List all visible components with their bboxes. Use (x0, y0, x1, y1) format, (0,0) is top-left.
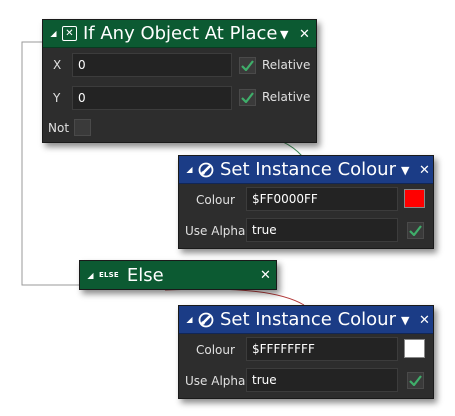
if-object-at-place-node[interactable]: ◢ ✕ If Any Object At Place ▼ ✕ X 0 Relat… (42, 19, 317, 143)
y-field[interactable]: 0 (72, 86, 232, 110)
use-alpha-checkbox[interactable] (407, 222, 424, 239)
x-label: X (53, 58, 62, 72)
use-alpha-field[interactable]: true (246, 368, 398, 392)
y-relative-label: Relative (262, 90, 311, 104)
object-at-place-icon: ✕ (62, 26, 77, 41)
x-field[interactable]: 0 (72, 53, 232, 77)
paint-brush-icon (198, 162, 214, 178)
checkmark-icon (241, 92, 254, 103)
dropdown-arrow-icon[interactable]: ▼ (401, 156, 409, 184)
node-title: If Any Object At Place (83, 23, 278, 44)
dropdown-arrow-icon[interactable]: ▼ (280, 20, 288, 48)
y-label: Y (53, 91, 61, 105)
collapse-triangle-icon[interactable]: ◢ (185, 165, 194, 174)
node-header[interactable]: ◢ ✕ If Any Object At Place ▼ ✕ (43, 20, 316, 48)
node-header[interactable]: ◢ Set Instance Colour ▼ ✕ (179, 156, 433, 184)
checkmark-icon (409, 225, 422, 236)
collapse-triangle-icon[interactable]: ◢ (185, 315, 194, 324)
close-icon[interactable]: ✕ (419, 306, 430, 334)
use-alpha-label: Use Alpha (185, 374, 246, 388)
node-header[interactable]: ◢ Set Instance Colour ▼ ✕ (179, 306, 433, 334)
colour-swatch[interactable] (404, 339, 425, 358)
dropdown-arrow-icon[interactable]: ▼ (401, 306, 409, 334)
use-alpha-field[interactable]: true (246, 218, 398, 242)
else-node[interactable]: ◢ ELSE Else ✕ (79, 260, 277, 290)
not-checkbox[interactable] (74, 119, 91, 136)
x-relative-label: Relative (262, 58, 311, 72)
close-icon[interactable]: ✕ (299, 20, 310, 48)
node-title: Else (126, 264, 164, 286)
colour-label: Colour (196, 193, 235, 207)
y-relative-checkbox[interactable] (239, 89, 256, 106)
node-title: Set Instance Colour (220, 309, 396, 330)
false-branch-connector (164, 288, 305, 306)
node-title: Set Instance Colour (220, 159, 396, 180)
checkmark-icon (409, 375, 422, 386)
else-icon: ELSE (99, 271, 119, 279)
colour-field[interactable]: $FFFFFFFF (246, 337, 398, 361)
collapse-triangle-icon[interactable]: ◢ (49, 29, 58, 38)
close-icon[interactable]: ✕ (260, 261, 271, 289)
colour-label: Colour (196, 343, 235, 357)
colour-field[interactable]: $FF0000FF (246, 187, 398, 211)
set-instance-colour-node-2[interactable]: ◢ Set Instance Colour ▼ ✕ Colour $FFFFFF… (178, 305, 434, 399)
node-header[interactable]: ◢ ELSE Else ✕ (80, 261, 276, 289)
use-alpha-checkbox[interactable] (407, 372, 424, 389)
x-relative-checkbox[interactable] (239, 57, 256, 74)
set-instance-colour-node-1[interactable]: ◢ Set Instance Colour ▼ ✕ Colour $FF0000… (178, 155, 434, 249)
colour-swatch[interactable] (404, 189, 425, 208)
not-label: Not (48, 121, 70, 135)
collapse-triangle-icon[interactable]: ◢ (86, 271, 95, 280)
paint-brush-icon (198, 312, 214, 328)
checkmark-icon (241, 60, 254, 71)
use-alpha-label: Use Alpha (185, 224, 246, 238)
close-icon[interactable]: ✕ (419, 156, 430, 184)
